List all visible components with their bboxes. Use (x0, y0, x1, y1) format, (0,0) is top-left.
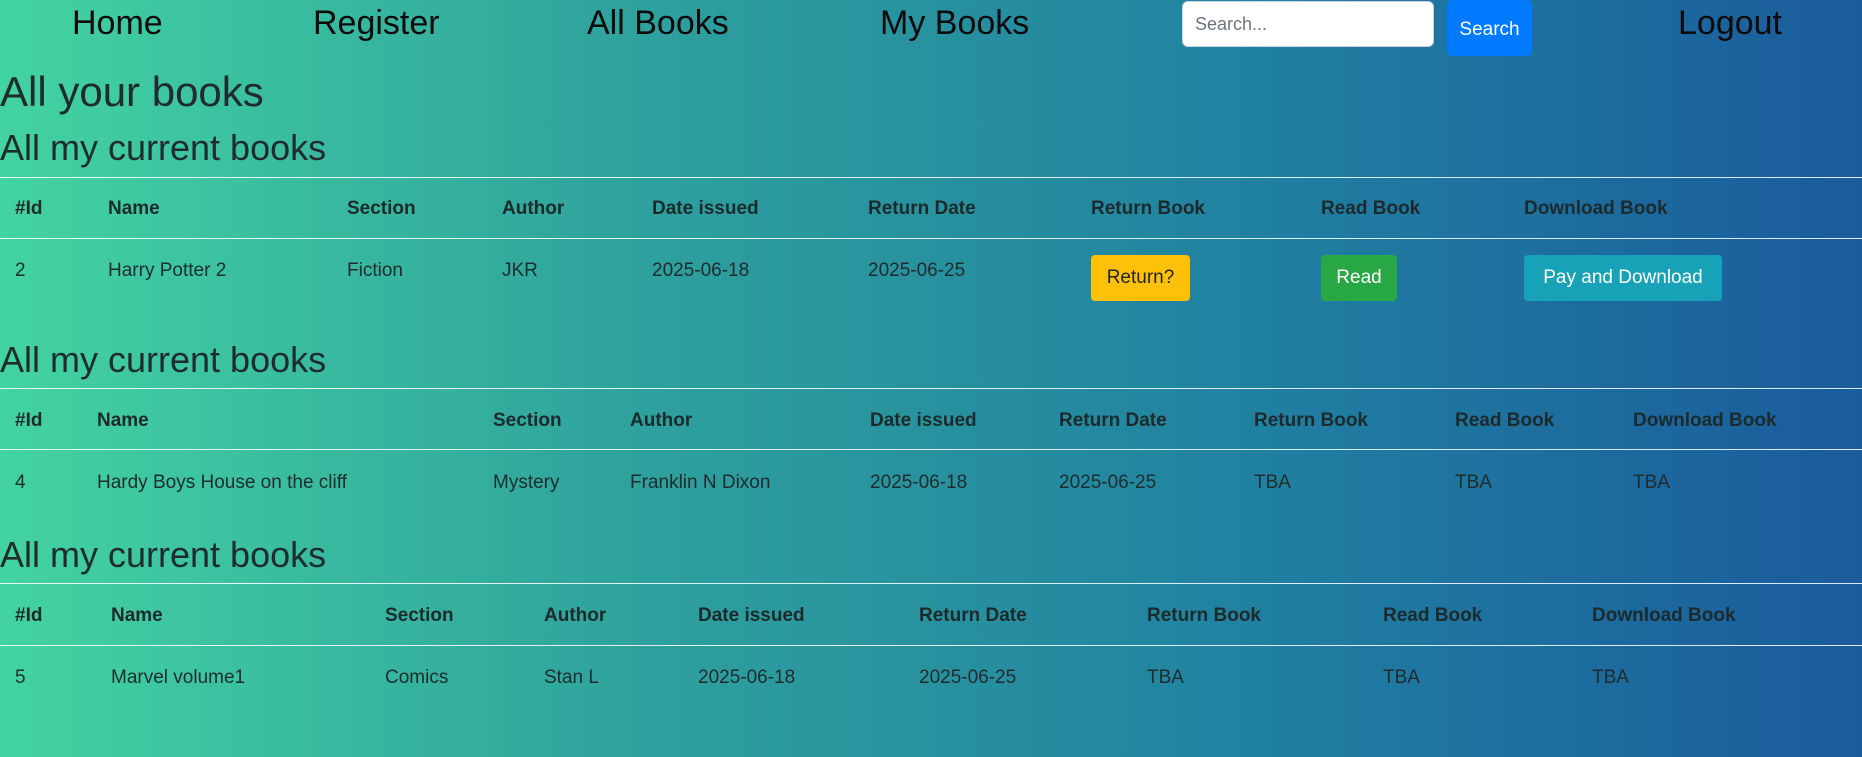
header-id: #Id (15, 605, 43, 626)
header-name: Name (97, 410, 149, 431)
nav-logout-link[interactable]: Logout (1678, 4, 1782, 42)
top-nav: Home Register All Books My Books Search … (0, 0, 1862, 58)
read-button[interactable]: Read (1321, 255, 1397, 301)
row-author: JKR (502, 260, 538, 281)
row-return-status: TBA (1147, 667, 1184, 688)
header-author: Author (544, 605, 607, 626)
section-title-3: All my current books (0, 534, 327, 575)
row-date-issued: 2025-06-18 (698, 667, 796, 688)
row-section: Mystery (493, 472, 560, 493)
row-author: Franklin N Dixon (630, 472, 771, 493)
row-download-status: TBA (1633, 472, 1670, 493)
row-read-status: TBA (1383, 667, 1420, 688)
row-id: 5 (15, 667, 26, 688)
row-section: Comics (385, 667, 449, 688)
header-return-book: Return Book (1091, 198, 1205, 219)
row-download-status: TBA (1592, 667, 1629, 688)
table-2-header-rule (0, 449, 1862, 450)
table-3-header-rule (0, 645, 1862, 646)
row-name: Marvel volume1 (111, 667, 246, 688)
row-return-date: 2025-06-25 (868, 260, 966, 281)
search-input[interactable] (1182, 1, 1434, 47)
header-read-book: Read Book (1383, 605, 1483, 626)
nav-register-link[interactable]: Register (313, 4, 440, 42)
header-return-date: Return Date (1059, 410, 1167, 431)
row-name: Harry Potter 2 (108, 260, 227, 281)
header-return-book: Return Book (1254, 410, 1368, 431)
search-button[interactable]: Search (1447, 0, 1532, 56)
header-section: Section (493, 410, 562, 431)
header-read-book: Read Book (1455, 410, 1555, 431)
row-name: Hardy Boys House on the cliff (97, 472, 347, 493)
row-date-issued: 2025-06-18 (652, 260, 750, 281)
section-title-2: All my current books (0, 339, 327, 380)
nav-all-books-link[interactable]: All Books (587, 4, 729, 42)
row-section: Fiction (347, 260, 403, 281)
row-read-status: TBA (1455, 472, 1492, 493)
header-return-book: Return Book (1147, 605, 1261, 626)
header-name: Name (108, 198, 160, 219)
table-1-header-rule (0, 238, 1862, 239)
header-download-book: Download Book (1592, 605, 1736, 626)
nav-home-link[interactable]: Home (72, 4, 163, 42)
nav-my-books-link[interactable]: My Books (880, 4, 1029, 42)
row-return-status: TBA (1254, 472, 1291, 493)
header-date-issued: Date issued (698, 605, 805, 626)
row-id: 2 (15, 260, 26, 281)
header-read-book: Read Book (1321, 198, 1421, 219)
row-id: 4 (15, 472, 26, 493)
table-1-top-rule (0, 177, 1862, 178)
header-author: Author (502, 198, 565, 219)
row-date-issued: 2025-06-18 (870, 472, 968, 493)
table-3-top-rule (0, 583, 1862, 584)
header-section: Section (385, 605, 454, 626)
row-return-date: 2025-06-25 (919, 667, 1017, 688)
row-return-date: 2025-06-25 (1059, 472, 1157, 493)
header-download-book: Download Book (1524, 198, 1668, 219)
section-title-1: All my current books (0, 127, 327, 168)
pay-and-download-button[interactable]: Pay and Download (1524, 255, 1722, 301)
header-date-issued: Date issued (870, 410, 977, 431)
header-return-date: Return Date (919, 605, 1027, 626)
header-section: Section (347, 198, 416, 219)
table-2-top-rule (0, 388, 1862, 389)
header-id: #Id (15, 198, 43, 219)
header-id: #Id (15, 410, 43, 431)
header-date-issued: Date issued (652, 198, 759, 219)
header-author: Author (630, 410, 693, 431)
return-button[interactable]: Return? (1091, 255, 1190, 301)
header-return-date: Return Date (868, 198, 976, 219)
header-download-book: Download Book (1633, 410, 1777, 431)
row-author: Stan L (544, 667, 599, 688)
header-name: Name (111, 605, 163, 626)
page-title: All your books (0, 68, 264, 115)
